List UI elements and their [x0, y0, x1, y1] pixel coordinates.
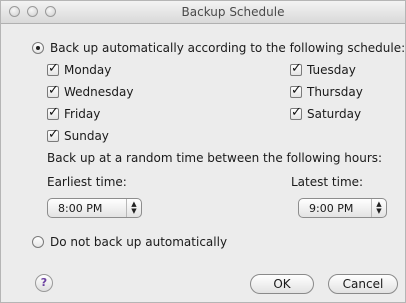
day-label: Monday — [64, 63, 112, 77]
title-bar[interactable]: Backup Schedule — [1, 1, 405, 24]
checkbox-icon[interactable] — [47, 105, 59, 120]
day-checkbox-sunday[interactable]: Sunday — [47, 127, 109, 143]
day-checkbox-monday[interactable]: Monday — [47, 61, 112, 77]
auto-backup-label: Back up automatically according to the f… — [50, 41, 406, 55]
ok-button[interactable]: OK — [250, 274, 314, 294]
day-label: Tuesday — [307, 63, 356, 77]
latest-time-value: 9:00 PM — [309, 201, 354, 215]
manual-backup-radio-row[interactable]: Do not back up automatically — [32, 235, 227, 249]
latest-time-label: Latest time: — [291, 175, 364, 189]
window-title: Backup Schedule — [181, 5, 285, 19]
day-label: Friday — [64, 107, 101, 121]
manual-backup-label: Do not back up automatically — [50, 235, 228, 249]
day-checkbox-tuesday[interactable]: Tuesday — [290, 61, 356, 77]
help-button[interactable]: ? — [35, 274, 53, 292]
day-label: Sunday — [64, 129, 109, 143]
day-label: Wednesday — [64, 85, 134, 99]
day-checkbox-wednesday[interactable]: Wednesday — [47, 83, 134, 99]
random-time-label: Back up at a random time between the fol… — [47, 151, 383, 165]
checkbox-icon[interactable] — [290, 105, 302, 120]
backup-schedule-window: Backup Schedule Back up automatically ac… — [0, 0, 406, 303]
earliest-time-label: Earliest time: — [47, 175, 127, 189]
checkbox-icon[interactable] — [290, 61, 302, 76]
latest-time-stepper[interactable]: 9:00 PM ▲ ▼ — [298, 198, 387, 218]
auto-backup-radio[interactable] — [32, 42, 44, 54]
cancel-button[interactable]: Cancel — [328, 274, 398, 294]
day-label: Saturday — [307, 107, 362, 121]
auto-backup-radio-row[interactable]: Back up automatically according to the f… — [32, 41, 405, 55]
day-label: Thursday — [307, 85, 363, 99]
checkbox-icon[interactable] — [47, 61, 59, 76]
stepper-arrows-icon[interactable]: ▲ ▼ — [371, 199, 386, 217]
day-checkbox-saturday[interactable]: Saturday — [290, 105, 362, 121]
checkbox-icon[interactable] — [47, 83, 59, 98]
day-checkbox-friday[interactable]: Friday — [47, 105, 101, 121]
checkbox-icon[interactable] — [47, 127, 59, 142]
manual-backup-radio[interactable] — [32, 236, 44, 248]
stepper-arrows-icon[interactable]: ▲ ▼ — [126, 199, 141, 217]
earliest-time-stepper[interactable]: 8:00 PM ▲ ▼ — [47, 198, 142, 218]
checkbox-icon[interactable] — [290, 83, 302, 98]
day-checkbox-thursday[interactable]: Thursday — [290, 83, 363, 99]
earliest-time-value: 8:00 PM — [58, 201, 103, 215]
